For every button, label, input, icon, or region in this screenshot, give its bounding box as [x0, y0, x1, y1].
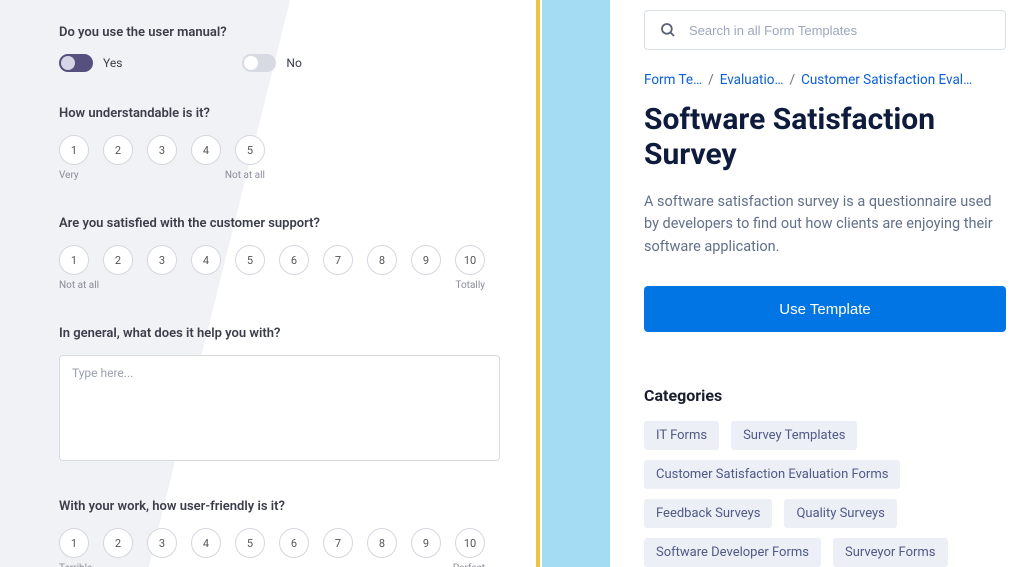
toggle-yes-label: Yes — [103, 56, 122, 70]
scale-1-5: 12345 — [59, 135, 265, 165]
help-textarea[interactable] — [59, 355, 500, 461]
question-text: Are you satisfied with the customer supp… — [59, 216, 500, 231]
scale-option-9[interactable]: 9 — [411, 528, 441, 558]
template-sidebar: Form Te… / Evaluatio… / Customer Satisfa… — [610, 0, 1024, 567]
question-support: Are you satisfied with the customer supp… — [59, 216, 500, 292]
scale-option-1[interactable]: 1 — [59, 528, 89, 558]
crumb-form-templates[interactable]: Form Te… — [644, 72, 702, 88]
scale-option-6[interactable]: 6 — [279, 245, 309, 275]
question-text: Do you use the user manual? — [59, 25, 500, 40]
question-text: In general, what does it help you with? — [59, 326, 500, 341]
scale-option-4[interactable]: 4 — [191, 245, 221, 275]
scale-option-2[interactable]: 2 — [103, 245, 133, 275]
scale-option-4[interactable]: 4 — [191, 528, 221, 558]
question-user-manual: Do you use the user manual? Yes No — [59, 25, 500, 72]
scale-option-5[interactable]: 5 — [235, 528, 265, 558]
scale-option-2[interactable]: 2 — [103, 135, 133, 165]
toggle-yes[interactable] — [59, 54, 93, 72]
scale-option-2[interactable]: 2 — [103, 528, 133, 558]
toggle-no[interactable] — [242, 54, 276, 72]
search-box[interactable] — [644, 10, 1006, 50]
category-tag[interactable]: Survey Templates — [731, 421, 857, 450]
scale-option-5[interactable]: 5 — [235, 135, 265, 165]
form-preview-pane[interactable]: Do you use the user manual? Yes No How u… — [0, 0, 610, 567]
category-tag[interactable]: IT Forms — [644, 421, 719, 450]
crumb-sep: / — [790, 72, 796, 88]
scale-option-5[interactable]: 5 — [235, 245, 265, 275]
crumb-evaluation[interactable]: Evaluatio… — [720, 72, 784, 88]
template-description: A software satisfaction survey is a ques… — [644, 191, 1006, 258]
category-tag[interactable]: Software Developer Forms — [644, 538, 821, 567]
page-title: Software Satisfaction Survey — [644, 102, 1006, 173]
question-text: With your work, how user-friendly is it? — [59, 499, 500, 514]
scale-option-9[interactable]: 9 — [411, 245, 441, 275]
search-input[interactable] — [689, 23, 991, 38]
scale-option-3[interactable]: 3 — [147, 245, 177, 275]
scale-label-left: Terrible — [59, 563, 92, 567]
scale-option-3[interactable]: 3 — [147, 528, 177, 558]
scale-option-10[interactable]: 10 — [455, 245, 485, 275]
question-understandable: How understandable is it? 12345 Very Not… — [59, 106, 500, 182]
search-icon — [659, 21, 677, 39]
crumb-customer-satisfaction[interactable]: Customer Satisfaction Eval… — [801, 72, 972, 88]
scale-label-left: Very — [59, 170, 79, 181]
toggle-no-label: No — [286, 56, 301, 70]
scale-option-4[interactable]: 4 — [191, 135, 221, 165]
scale-1-10: 123456789 10 — [59, 245, 485, 275]
use-template-button[interactable]: Use Template — [644, 286, 1006, 332]
scale-label-right: Perfect — [453, 563, 485, 567]
scale-option-1[interactable]: 1 — [59, 245, 89, 275]
scale-1-10: 123456789 10 — [59, 528, 485, 558]
category-tag[interactable]: Quality Surveys — [784, 499, 896, 528]
category-tags: IT Forms Survey Templates Customer Satisfa… — [644, 421, 1006, 567]
scale-label-left: Not at all — [59, 280, 99, 291]
scale-option-1[interactable]: 1 — [59, 135, 89, 165]
scale-option-8[interactable]: 8 — [367, 528, 397, 558]
category-tag[interactable]: Surveyor Forms — [833, 538, 948, 567]
category-tag[interactable]: Feedback Surveys — [644, 499, 772, 528]
scale-option-6[interactable]: 6 — [279, 528, 309, 558]
scale-label-right: Not at all — [225, 170, 265, 181]
scale-option-10[interactable]: 10 — [455, 528, 485, 558]
scale-option-7[interactable]: 7 — [323, 528, 353, 558]
scale-option-7[interactable]: 7 — [323, 245, 353, 275]
scale-option-3[interactable]: 3 — [147, 135, 177, 165]
question-user-friendly: With your work, how user-friendly is it?… — [59, 499, 500, 567]
question-help-with: In general, what does it help you with? — [59, 326, 500, 465]
category-tag[interactable]: Customer Satisfaction Evaluation Forms — [644, 460, 900, 489]
categories-heading: Categories — [644, 386, 1006, 405]
scale-label-right: Totally — [456, 280, 486, 291]
question-text: How understandable is it? — [59, 106, 500, 121]
breadcrumb: Form Te… / Evaluatio… / Customer Satisfa… — [644, 72, 1006, 88]
scale-option-8[interactable]: 8 — [367, 245, 397, 275]
crumb-sep: / — [708, 72, 714, 88]
form-body: Do you use the user manual? Yes No How u… — [24, 0, 610, 567]
